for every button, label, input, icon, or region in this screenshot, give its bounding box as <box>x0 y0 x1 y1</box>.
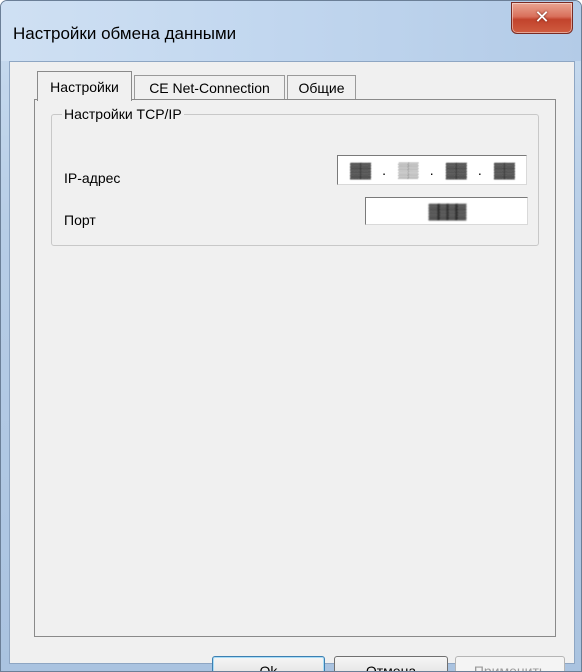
dialog-window: Настройки обмена данными ✕ Настройки CE … <box>0 0 582 672</box>
tab-ce-net-connection[interactable]: CE Net-Connection <box>134 75 285 100</box>
port-label: Порт <box>64 212 96 228</box>
ok-button-label: Ok <box>259 663 278 672</box>
apply-button-label: Применить <box>473 663 547 672</box>
window-title: Настройки обмена данными <box>13 24 237 43</box>
cancel-button[interactable]: Отмена <box>334 656 448 672</box>
settings-tab-panel: Настройки TCP/IP IP-адрес ▓▓ . ▒▒ . ▓▓ .… <box>34 99 556 637</box>
tab-general[interactable]: Общие <box>287 75 356 100</box>
apply-button[interactable]: Применить <box>455 656 565 672</box>
dialog-client-area: Настройки CE Net-Connection Общие Настро… <box>9 61 575 671</box>
cancel-button-label: Отмена <box>365 663 417 672</box>
ok-button[interactable]: Ok <box>212 656 325 672</box>
ip-separator-3: . <box>477 162 482 178</box>
port-field[interactable]: ▓▓▓▓ <box>365 197 528 225</box>
ip-separator-1: . <box>382 162 387 178</box>
ip-separator-2: . <box>429 162 434 178</box>
ip-address-label: IP-адрес <box>64 170 121 186</box>
ip-octet-2: ▒▒ <box>398 161 418 179</box>
port-value: ▓▓▓▓ <box>428 202 467 220</box>
close-button[interactable]: ✕ <box>511 2 573 34</box>
tcpip-groupbox: Настройки TCP/IP IP-адрес ▓▓ . ▒▒ . ▓▓ .… <box>51 106 539 246</box>
tab-settings[interactable]: Настройки <box>37 71 132 101</box>
tab-ce-net-connection-label: CE Net-Connection <box>149 80 270 96</box>
ip-octet-1: ▓▓ <box>350 161 371 179</box>
tcpip-groupbox-title: Настройки TCP/IP <box>62 106 184 122</box>
ip-octet-4: ▓▓ <box>494 161 515 179</box>
ip-address-field[interactable]: ▓▓ . ▒▒ . ▓▓ . ▓▓ <box>337 155 527 185</box>
tab-settings-label: Настройки <box>50 78 119 95</box>
close-icon: ✕ <box>534 7 550 28</box>
title-bar[interactable]: Настройки обмена данными ✕ <box>1 1 581 61</box>
ip-octet-3: ▓▓ <box>445 161 467 179</box>
tab-general-label: Общие <box>298 80 345 96</box>
